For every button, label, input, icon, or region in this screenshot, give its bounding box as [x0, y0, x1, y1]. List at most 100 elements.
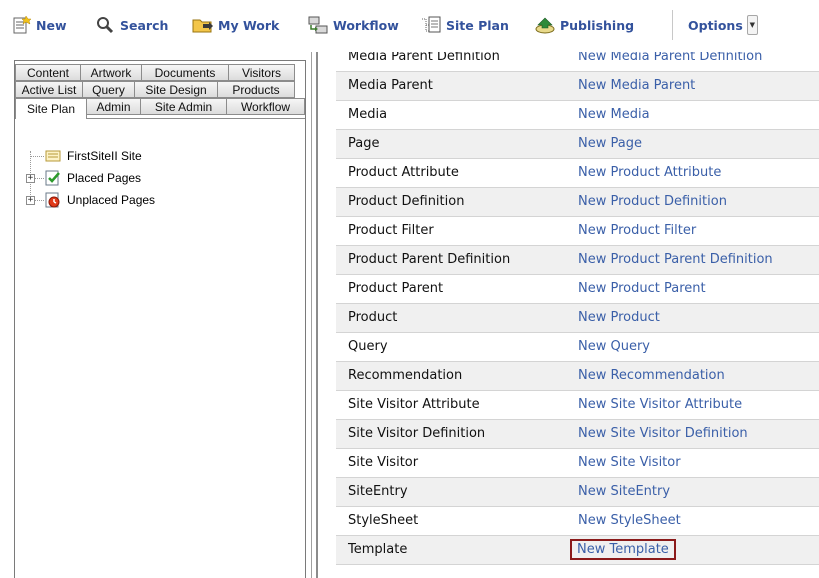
options-menu[interactable]: Options ▼ [688, 14, 758, 36]
workflow-button[interactable]: Workflow [307, 14, 399, 36]
asset-type-table: Media Parent Definition New Media Parent … [336, 52, 819, 565]
table-row: Product New Product [336, 303, 819, 333]
tab-visitors[interactable]: Visitors [229, 64, 295, 81]
table-row: Recommendation New Recommendation [336, 361, 819, 391]
asset-type-name: Media [336, 100, 566, 130]
workflow-icon [307, 15, 329, 35]
tree-node-placed-pages[interactable]: Placed Pages [45, 168, 141, 188]
asset-type-name: Product Definition [336, 187, 566, 217]
asset-type-name: Media Parent [336, 71, 566, 101]
tab-products[interactable]: Products [218, 81, 295, 98]
my-work-label: My Work [218, 17, 280, 33]
tree-connector [30, 156, 44, 158]
asset-type-name: SiteEntry [336, 477, 566, 507]
tab-site-plan[interactable]: Site Plan [15, 98, 87, 119]
tree-root-label: FirstSiteII Site [67, 149, 142, 163]
publishing-label: Publishing [560, 17, 635, 33]
placed-pages-label: Placed Pages [67, 171, 142, 185]
placed-pages-icon [45, 170, 61, 186]
asset-type-name: Product Parent [336, 274, 566, 304]
tree-connector [35, 178, 44, 180]
new-asset-link[interactable]: New Product [578, 310, 660, 325]
asset-type-name: Page [336, 129, 566, 159]
unplaced-pages-label: Unplaced Pages [67, 193, 156, 207]
folder-arrow-icon [192, 15, 214, 35]
tab-query[interactable]: Query [83, 81, 135, 98]
new-asset-link[interactable]: New Media [578, 107, 650, 122]
navigation-panel: Content Artwork Documents Visitors Activ… [14, 60, 306, 578]
expand-unplaced-pages[interactable]: + [26, 196, 35, 205]
asset-type-name: StyleSheet [336, 506, 566, 536]
tab-site-design[interactable]: Site Design [135, 81, 218, 98]
new-asset-link[interactable]: New Site Visitor Attribute [578, 397, 742, 412]
asset-type-name: Query [336, 332, 566, 362]
pane-splitter-edge[interactable] [316, 52, 318, 578]
magnifier-icon [94, 15, 116, 35]
tab-workflow[interactable]: Workflow [227, 98, 305, 115]
pane-splitter[interactable] [311, 52, 312, 578]
asset-type-name: Product Filter [336, 216, 566, 246]
table-row: Site Visitor Definition New Site Visitor … [336, 419, 819, 449]
new-asset-link[interactable]: New Query [578, 339, 650, 354]
table-row: Product Parent Definition New Product Par… [336, 245, 819, 275]
new-asset-link[interactable]: New Site Visitor [578, 455, 681, 470]
asset-type-name: Product Parent Definition [336, 245, 566, 275]
asset-type-name: Product [336, 303, 566, 333]
table-row: Template New Template [336, 535, 819, 565]
tab-site-admin[interactable]: Site Admin [141, 98, 227, 115]
site-plan-button[interactable]: Site Plan [420, 14, 509, 36]
tab-documents[interactable]: Documents [142, 64, 229, 81]
new-asset-link[interactable]: New Product Definition [578, 194, 727, 209]
new-label: New [36, 17, 67, 33]
search-button[interactable]: Search [94, 14, 168, 36]
asset-type-name: Media Parent Definition [336, 52, 566, 72]
asset-type-name: Recommendation [336, 361, 566, 391]
table-row: Product Filter New Product Filter [336, 216, 819, 246]
tab-row-2: Active List Query Site Design Products [15, 81, 305, 98]
new-asset-link[interactable]: New Product Attribute [578, 165, 721, 180]
table-row: Site Visitor Attribute New Site Visitor A… [336, 390, 819, 420]
new-asset-link[interactable]: New Product Filter [578, 223, 696, 238]
tab-strip: Content Artwork Documents Visitors Activ… [15, 61, 305, 130]
table-row: Query New Query [336, 332, 819, 362]
tab-artwork[interactable]: Artwork [81, 64, 142, 81]
tree-node-unplaced-pages[interactable]: Unplaced Pages [45, 190, 155, 210]
table-row: Product Parent New Product Parent [336, 274, 819, 304]
new-asset-link[interactable]: New Product Parent Definition [578, 252, 773, 267]
tab-active-list[interactable]: Active List [15, 81, 83, 98]
site-icon [45, 149, 61, 163]
site-plan-label: Site Plan [446, 17, 509, 33]
new-asset-link[interactable]: New Media Parent Definition [578, 52, 762, 64]
tab-baseline [87, 118, 305, 119]
my-work-button[interactable]: My Work [192, 14, 279, 36]
expand-placed-pages[interactable]: + [26, 174, 35, 183]
new-asset-link[interactable]: New Template [570, 539, 676, 560]
table-row: Site Visitor New Site Visitor [336, 448, 819, 478]
new-asset-link[interactable]: New SiteEntry [578, 484, 670, 499]
table-row: Product Attribute New Product Attribute [336, 158, 819, 188]
options-label: Options [688, 17, 743, 33]
new-asset-link[interactable]: New Page [578, 136, 642, 151]
publishing-button[interactable]: Publishing [534, 14, 634, 36]
asset-type-name: Site Visitor Definition [336, 419, 566, 449]
workflow-label: Workflow [333, 17, 399, 33]
tab-content[interactable]: Content [15, 64, 81, 81]
tree-node-root[interactable]: FirstSiteII Site [45, 146, 142, 166]
table-row: SiteEntry New SiteEntry [336, 477, 819, 507]
asset-type-list: Media Parent Definition New Media Parent … [336, 52, 819, 578]
new-button[interactable]: New [10, 14, 67, 36]
table-row: Product Definition New Product Definition [336, 187, 819, 217]
new-asset-link[interactable]: New StyleSheet [578, 513, 681, 528]
chevron-down-icon[interactable]: ▼ [746, 15, 758, 35]
new-asset-link[interactable]: New Recommendation [578, 368, 725, 383]
new-asset-link[interactable]: New Site Visitor Definition [578, 426, 748, 441]
site-plan-icon [420, 15, 442, 35]
table-row: StyleSheet New StyleSheet [336, 506, 819, 536]
new-asset-link[interactable]: New Product Parent [578, 281, 706, 296]
new-asset-link[interactable]: New Media Parent [578, 78, 695, 93]
tab-admin[interactable]: Admin [87, 98, 141, 115]
asset-type-name: Site Visitor [336, 448, 566, 478]
unplaced-pages-icon [45, 192, 61, 208]
new-document-icon [10, 15, 32, 35]
tab-row-1: Content Artwork Documents Visitors [15, 64, 305, 81]
